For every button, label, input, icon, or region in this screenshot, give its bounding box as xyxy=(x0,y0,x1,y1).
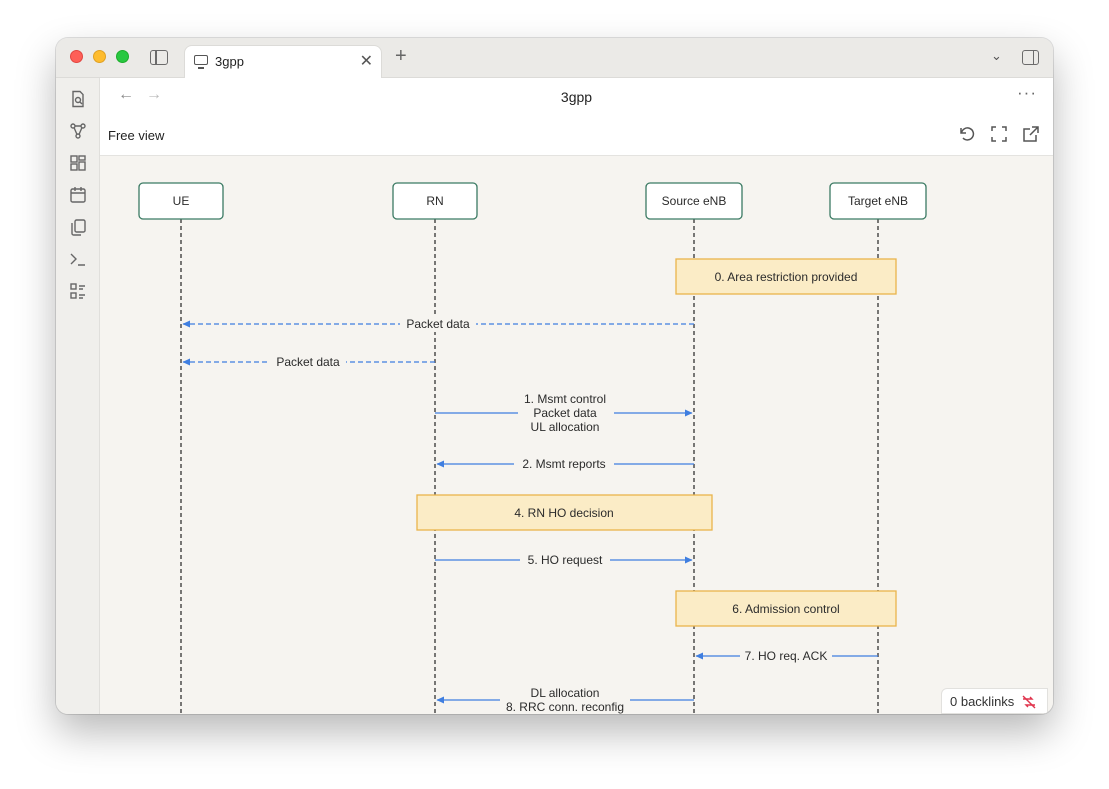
calendar-icon[interactable] xyxy=(69,186,87,204)
backlinks-status[interactable]: 0 backlinks xyxy=(941,688,1048,714)
copy-pages-icon[interactable] xyxy=(69,218,87,236)
message-label: 8. RRC conn. reconfig xyxy=(506,700,624,714)
sidebar-toggle-icon[interactable] xyxy=(150,50,168,65)
note-label: 4. RN HO decision xyxy=(514,506,613,520)
tab-3gpp[interactable]: 3gpp ✕ xyxy=(184,45,382,79)
view-header: ← → 3gpp ··· Free view xyxy=(100,78,1053,156)
participant-label: UE xyxy=(173,194,190,208)
close-icon[interactable]: ✕ xyxy=(360,51,373,71)
participant-target-enb[interactable]: Target eNB xyxy=(829,182,927,220)
sequence-diagram-canvas[interactable]: UE RN Source eNB Target eNB 0. Area rest… xyxy=(100,156,1053,714)
participant-label: Target eNB xyxy=(848,194,908,208)
message-label: 7. HO req. ACK xyxy=(745,649,828,663)
message-label: DL allocation xyxy=(531,686,600,700)
monitor-icon xyxy=(194,55,208,69)
left-ribbon xyxy=(56,78,100,714)
message-label: Packet data xyxy=(276,355,340,369)
message-label: 2. Msmt reports xyxy=(522,457,605,471)
right-sidebar-toggle-icon[interactable] xyxy=(1022,50,1039,65)
message-packet-data-source-to-ue[interactable]: Packet data xyxy=(182,316,694,332)
participant-label: RN xyxy=(426,194,443,208)
unlink-sync-icon[interactable] xyxy=(1021,694,1037,710)
note-area-restriction[interactable]: 0. Area restriction provided xyxy=(675,258,897,295)
tab-title: 3gpp xyxy=(215,54,244,69)
message-label: 1. Msmt control xyxy=(524,392,606,406)
backlinks-count: 0 backlinks xyxy=(950,694,1015,709)
participant-label: Source eNB xyxy=(662,194,727,208)
message-label: Packet data xyxy=(533,406,597,420)
message-ho-req-ack[interactable]: 7. HO req. ACK xyxy=(695,648,878,664)
message-label: 5. HO request xyxy=(528,553,603,567)
fullscreen-icon[interactable] xyxy=(990,125,1008,143)
message-rrc-conn-reconfig[interactable]: DL allocation 8. RRC conn. reconfig xyxy=(436,686,694,714)
message-msmt-control[interactable]: 1. Msmt control Packet data UL allocatio… xyxy=(435,392,693,436)
free-view-label: Free view xyxy=(108,128,165,143)
view-title: 3gpp xyxy=(560,89,593,105)
open-external-icon[interactable] xyxy=(1022,125,1040,143)
zoom-window-button[interactable] xyxy=(116,50,129,63)
search-file-icon[interactable] xyxy=(69,90,87,108)
participant-ue[interactable]: UE xyxy=(138,182,224,220)
sequence-diagram: UE RN Source eNB Target eNB 0. Area rest… xyxy=(138,182,927,714)
list-checks-icon[interactable] xyxy=(69,282,87,300)
note-admission-control[interactable]: 6. Admission control xyxy=(675,590,897,627)
note-label: 6. Admission control xyxy=(732,602,839,616)
title-bar: 3gpp ✕ + ⌄ xyxy=(56,38,1053,79)
participant-rn[interactable]: RN xyxy=(392,182,478,220)
app-window: 3gpp ✕ + ⌄ ← → 3gpp ··· Free view UE RN … xyxy=(56,38,1053,714)
graph-view-icon[interactable] xyxy=(69,122,87,140)
note-rn-ho-decision[interactable]: 4. RN HO decision xyxy=(416,494,713,531)
message-msmt-reports[interactable]: 2. Msmt reports xyxy=(436,456,694,472)
message-label: UL allocation xyxy=(531,420,600,434)
new-tab-plus-icon[interactable]: + xyxy=(395,45,407,68)
more-options-icon[interactable]: ··· xyxy=(1017,83,1037,103)
message-ho-request[interactable]: 5. HO request xyxy=(435,552,693,568)
terminal-icon[interactable] xyxy=(69,250,87,268)
canvas-grid-icon[interactable] xyxy=(69,154,87,172)
note-label: 0. Area restriction provided xyxy=(715,270,858,284)
reset-rotate-icon[interactable] xyxy=(958,125,976,143)
message-label: Packet data xyxy=(406,317,470,331)
participant-source-enb[interactable]: Source eNB xyxy=(645,182,743,220)
chevron-down-icon[interactable]: ⌄ xyxy=(991,48,1002,64)
minimize-window-button[interactable] xyxy=(93,50,106,63)
message-packet-data-rn-to-ue[interactable]: Packet data xyxy=(182,354,435,370)
close-window-button[interactable] xyxy=(70,50,83,63)
